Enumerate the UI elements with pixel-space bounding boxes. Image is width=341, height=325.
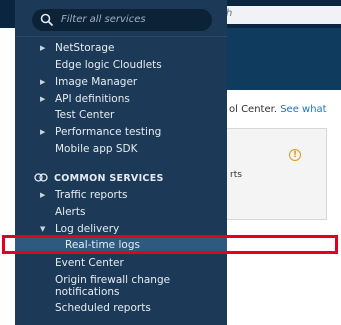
chevron-right-icon: ▶ [40, 128, 46, 136]
nav-divider [15, 36, 227, 37]
search-placeholder: Filter all services [61, 14, 146, 25]
page-banner [212, 28, 341, 90]
nav-item-label: Performance testing [55, 126, 162, 138]
nav-item-label: Event Center [55, 257, 124, 269]
nav-item-label: Image Manager [55, 76, 138, 88]
nav-item-scheduled-reports[interactable]: Scheduled reports [15, 300, 227, 316]
services-nav-drawer: Filter all services ▶ NetStorage Edge lo… [15, 0, 227, 325]
nav-item-api-definitions[interactable]: ▶ API definitions [15, 91, 227, 107]
nav-item-label: API definitions [55, 93, 130, 105]
nav-item-test-center[interactable]: Test Center [15, 107, 227, 123]
common-services-icon [34, 173, 48, 182]
nav-item-label: NetStorage [55, 42, 115, 54]
chevron-right-icon: ▶ [40, 95, 46, 103]
page-intro-fragment: ol Center. [229, 104, 277, 115]
nav-item-netstorage[interactable]: ▶ NetStorage [15, 40, 227, 56]
nav-item-label: notifications [55, 286, 120, 298]
chevron-right-icon: ▶ [40, 44, 46, 52]
chevron-right-icon: ▶ [40, 191, 46, 199]
page-intro-text: ol Center. See what [229, 104, 327, 115]
page-search-input[interactable]: h [212, 6, 341, 24]
nav-item-label: Edge logic Cloudlets [55, 59, 162, 71]
nav-item-label: Log delivery [55, 223, 120, 235]
nav-item-edge-logic-cloudlets[interactable]: Edge logic Cloudlets [15, 57, 227, 73]
nav-item-notifications-continuation[interactable]: notifications [15, 284, 227, 300]
nav-item-event-center[interactable]: Event Center [15, 255, 227, 271]
chevron-down-icon: ▼ [40, 225, 46, 233]
highlight-box [2, 235, 338, 254]
filter-services-input[interactable]: Filter all services [32, 9, 212, 31]
nav-item-mobile-app-sdk[interactable]: Mobile app SDK [15, 141, 227, 157]
nav-item-label: Mobile app SDK [55, 143, 138, 155]
chevron-right-icon: ▶ [40, 78, 46, 86]
nav-item-label: Traffic reports [55, 189, 128, 201]
nav-item-performance-testing[interactable]: ▶ Performance testing [15, 124, 227, 140]
nav-item-label: Test Center [55, 109, 115, 121]
see-what-link[interactable]: See what [280, 104, 326, 115]
nav-item-traffic-reports[interactable]: ▶ Traffic reports [15, 187, 227, 203]
search-icon [40, 13, 54, 27]
page-card: ! rts [223, 128, 327, 220]
nav-item-alerts[interactable]: Alerts [15, 204, 227, 220]
card-text: rts [230, 170, 242, 180]
nav-item-label: Scheduled reports [55, 302, 151, 314]
nav-item-image-manager[interactable]: ▶ Image Manager [15, 74, 227, 90]
nav-item-label: Alerts [55, 206, 86, 218]
warning-icon: ! [289, 149, 301, 161]
section-title: COMMON SERVICES [54, 173, 164, 184]
section-common-services: COMMON SERVICES [15, 170, 227, 186]
